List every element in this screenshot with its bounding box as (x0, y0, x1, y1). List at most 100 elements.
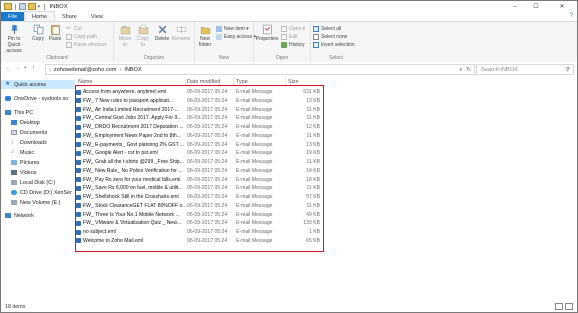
copy-path-icon (66, 34, 72, 40)
move-to-button[interactable]: Move to (117, 24, 133, 48)
tab-view[interactable]: View (84, 12, 110, 21)
tab-home[interactable]: Home (24, 11, 55, 21)
copy-button[interactable]: Copy (31, 24, 45, 42)
properties-icon[interactable] (18, 3, 26, 10)
search-input[interactable]: Search INBOX ⚲ (476, 64, 574, 75)
invert-selection-button[interactable]: Invert selection (313, 42, 355, 48)
paste-label: Paste (48, 36, 62, 42)
maximize-button[interactable]: ☐ (527, 1, 545, 12)
select-none-icon (313, 34, 319, 40)
cut-button[interactable]: ✂ Cut (66, 26, 82, 32)
paste-shortcut-icon (66, 42, 72, 48)
easy-access-button[interactable]: Easy access ▾ (216, 34, 256, 40)
cut-label: Cut (74, 26, 82, 32)
copy-path-button[interactable]: Copy path (66, 34, 97, 40)
delete-button[interactable]: Delete (154, 24, 170, 42)
view-toggle (555, 303, 573, 310)
back-arrow-icon[interactable]: ← (5, 65, 11, 71)
pin-quick-access-button[interactable]: Pin to Quick access (3, 24, 25, 54)
folder-icon (4, 3, 12, 10)
nav-label: Documents (20, 129, 48, 136)
nav-item-this-pc[interactable]: This PC (1, 108, 75, 117)
copy-label: Copy (32, 36, 44, 42)
nav-label: Network (14, 212, 34, 219)
nav-item-downloads[interactable]: ↓ Downloads (1, 138, 81, 147)
customize-arrow-icon[interactable]: ▾ (38, 4, 41, 10)
nav-item-local-disk[interactable]: Local Disk (C:) (1, 178, 81, 187)
copy-to-label: Copy to (137, 36, 149, 48)
quick-access-toolbar: ▾ (4, 3, 40, 10)
refresh-icon[interactable]: ↻ (466, 67, 471, 73)
nav-item-music[interactable]: ♪ Music (1, 148, 81, 157)
search-icon: ⚲ (565, 66, 570, 73)
properties-button[interactable]: Properties (256, 24, 278, 42)
large-icons-view-icon[interactable] (565, 303, 573, 310)
help-icon[interactable]: ? (570, 13, 573, 19)
select-all-button[interactable]: Select all (313, 26, 341, 32)
music-icon: ♪ (11, 149, 14, 155)
forward-arrow-icon[interactable]: → (15, 65, 21, 71)
history-label: History (289, 42, 305, 48)
details-view-icon[interactable] (555, 303, 563, 310)
address-input[interactable]: › zohowebmail@zoho.com › INBOX ▾ ↻ (45, 64, 475, 75)
nav-item-desktop[interactable]: Desktop (1, 118, 81, 127)
paste-shortcut-button[interactable]: Paste shortcut (66, 42, 106, 48)
tab-share[interactable]: Share (55, 12, 84, 21)
history-button[interactable]: History (281, 42, 305, 48)
nav-item-quick-access[interactable]: ★ Quick access (1, 80, 75, 89)
select-none-label: Select none (321, 34, 348, 40)
minimize-button[interactable]: – (506, 1, 524, 12)
breadcrumb-root[interactable]: zohowebmail@zoho.com (54, 67, 117, 73)
title-divider (44, 3, 45, 10)
scissors-icon: ✂ (66, 26, 72, 32)
copy-to-button[interactable]: Copy to (135, 24, 151, 48)
download-icon: ↓ (11, 139, 14, 145)
nav-label: OneDrive - systools so (14, 95, 69, 102)
rename-button[interactable]: Rename (172, 24, 190, 42)
network-icon (5, 213, 11, 218)
history-icon (281, 42, 287, 48)
close-button[interactable]: ✕ (553, 1, 571, 12)
new-folder-icon[interactable] (27, 3, 36, 10)
nav-item-network[interactable]: Network (1, 211, 75, 220)
open-button[interactable]: Open ▾ (281, 26, 305, 32)
window-title: INBOX (49, 3, 68, 10)
explorer-window: ▾ INBOX – ☐ ✕ File Home Share View ? Pin… (0, 0, 578, 313)
organize-group: Move to Copy to Delete Rename Organize (114, 22, 195, 62)
new-folder-button[interactable]: New folder (197, 24, 213, 48)
pin-icon (10, 25, 18, 34)
ribbon: Pin to Quick access Copy Paste ✂ Cut Cop… (1, 21, 577, 63)
rename-icon (176, 26, 186, 33)
tab-file[interactable]: File (1, 12, 25, 21)
search-placeholder: Search INBOX (481, 66, 518, 73)
nav-item-cd-drive[interactable]: CD Drive (D:) XenSer (1, 188, 81, 197)
computer-icon (5, 110, 11, 115)
nav-label: This PC (14, 109, 34, 116)
select-none-button[interactable]: Select none (313, 34, 347, 40)
organize-group-label: Organize (143, 55, 165, 61)
paste-button[interactable]: Paste (48, 24, 62, 42)
up-arrow-icon[interactable]: ↑ (32, 65, 35, 71)
open-label: Open ▾ (289, 26, 306, 32)
nav-item-pictures[interactable]: Pictures (1, 158, 81, 167)
properties-label: Properties (255, 36, 279, 42)
select-all-icon (313, 26, 319, 32)
edit-button[interactable]: Edit (281, 34, 298, 40)
disk-icon (11, 180, 17, 185)
address-dropdown-icon[interactable]: ▾ (459, 67, 462, 73)
picture-icon (11, 160, 17, 165)
recent-locations-icon[interactable]: ▾ (24, 65, 27, 71)
new-item-button[interactable]: New item ▾ (216, 26, 249, 32)
nav-label: Desktop (20, 119, 40, 126)
nav-item-new-volume[interactable]: New Volume (E:) (1, 198, 81, 207)
video-icon (11, 170, 17, 175)
folder-icon (11, 130, 17, 135)
cloud-icon (5, 96, 11, 101)
nav-item-onedrive[interactable]: OneDrive - systools so (1, 94, 75, 103)
paste-shortcut-label: Paste shortcut (74, 42, 106, 48)
nav-label: Pictures (20, 159, 40, 166)
nav-item-videos[interactable]: Videos (1, 168, 81, 177)
breadcrumb-current[interactable]: INBOX (124, 67, 141, 73)
nav-item-documents[interactable]: Documents (1, 128, 81, 137)
star-icon: ★ (5, 81, 11, 87)
